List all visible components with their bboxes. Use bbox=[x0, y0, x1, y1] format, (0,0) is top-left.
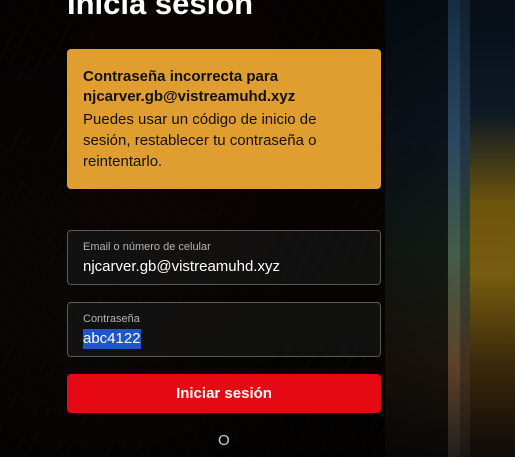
page-title: Inicia sesión bbox=[67, 0, 254, 21]
error-alert: Contraseña incorrecta para njcarver.gb@v… bbox=[67, 49, 381, 189]
signin-button[interactable]: Iniciar sesión bbox=[67, 374, 381, 413]
password-field-value[interactable]: abc4122 bbox=[83, 329, 141, 349]
email-field[interactable]: Email o número de celular njcarver.gb@vi… bbox=[67, 230, 381, 285]
email-field-value[interactable]: njcarver.gb@vistreamuhd.xyz bbox=[83, 258, 280, 275]
email-field-label: Email o número de celular bbox=[83, 241, 211, 253]
password-field[interactable]: Contraseña abc4122 bbox=[67, 302, 381, 357]
password-field-label: Contraseña bbox=[83, 313, 140, 325]
or-divider: O bbox=[218, 432, 230, 449]
login-panel: Inicia sesión Contraseña incorrecta para… bbox=[0, 0, 448, 457]
alert-body: Puedes usar un código de inicio de sesió… bbox=[83, 111, 317, 170]
alert-title: Contraseña incorrecta para njcarver.gb@v… bbox=[83, 68, 296, 105]
